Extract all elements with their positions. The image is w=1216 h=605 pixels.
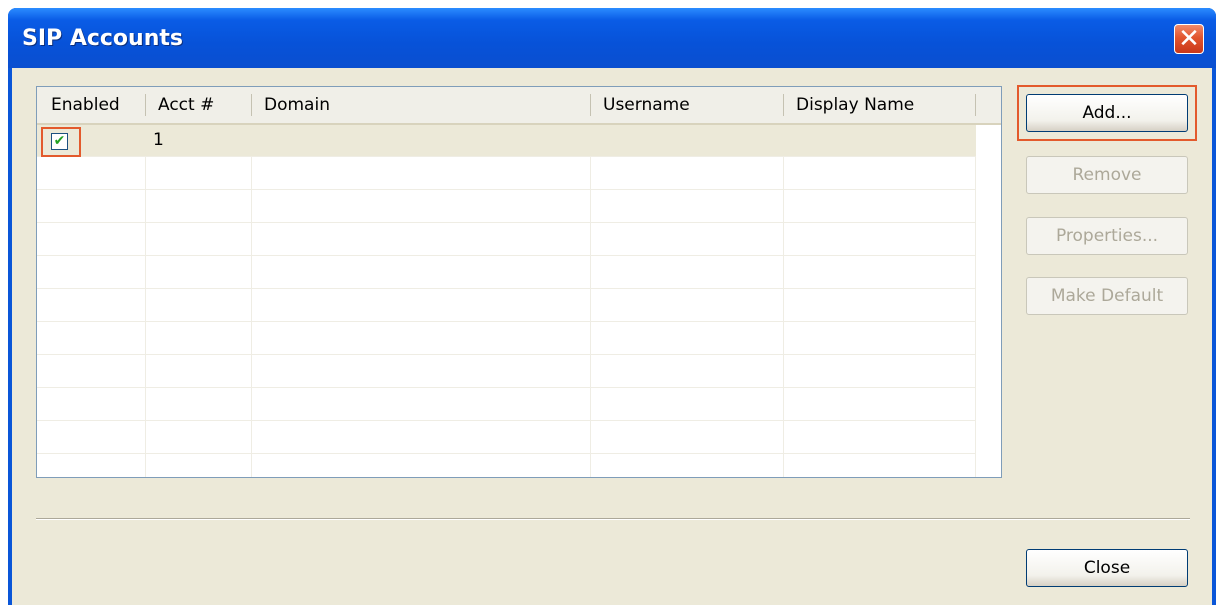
divider	[36, 518, 1190, 520]
column-header-display-name[interactable]: Display Name	[784, 87, 974, 123]
make-default-button[interactable]: Make Default	[1026, 277, 1188, 315]
list-header: Enabled Acct # Domain Username Display N…	[37, 87, 1001, 125]
checkbox-highlight	[41, 127, 81, 157]
table-row	[37, 257, 976, 289]
column-divider[interactable]	[975, 94, 976, 116]
table-row	[37, 389, 976, 421]
table-row	[37, 191, 976, 223]
accounts-list[interactable]: Enabled Acct # Domain Username Display N…	[36, 86, 1002, 478]
table-row	[37, 158, 976, 190]
sip-accounts-window: SIP Accounts ✕ Enabled Acct # Domain Use…	[8, 8, 1216, 605]
column-header-username[interactable]: Username	[591, 87, 783, 123]
close-button[interactable]: Close	[1026, 549, 1188, 587]
add-button[interactable]: Add...	[1026, 94, 1188, 132]
close-icon[interactable]: ✕	[1174, 24, 1204, 54]
table-row	[37, 356, 976, 388]
table-row	[37, 422, 976, 454]
dialog-body: Enabled Acct # Domain Username Display N…	[12, 68, 1212, 605]
title-bar[interactable]: SIP Accounts ✕	[8, 8, 1216, 68]
column-header-acct[interactable]: Acct #	[146, 87, 251, 123]
acct-number: 1	[153, 130, 164, 150]
table-row	[37, 224, 976, 256]
table-row	[37, 323, 976, 355]
column-header-domain[interactable]: Domain	[252, 87, 590, 123]
properties-button[interactable]: Properties...	[1026, 217, 1188, 255]
table-row	[37, 290, 976, 322]
remove-button[interactable]: Remove	[1026, 156, 1188, 194]
window-title: SIP Accounts	[22, 26, 183, 51]
column-header-enabled[interactable]: Enabled	[39, 87, 145, 123]
table-row[interactable]: ✔ 1	[37, 125, 976, 157]
